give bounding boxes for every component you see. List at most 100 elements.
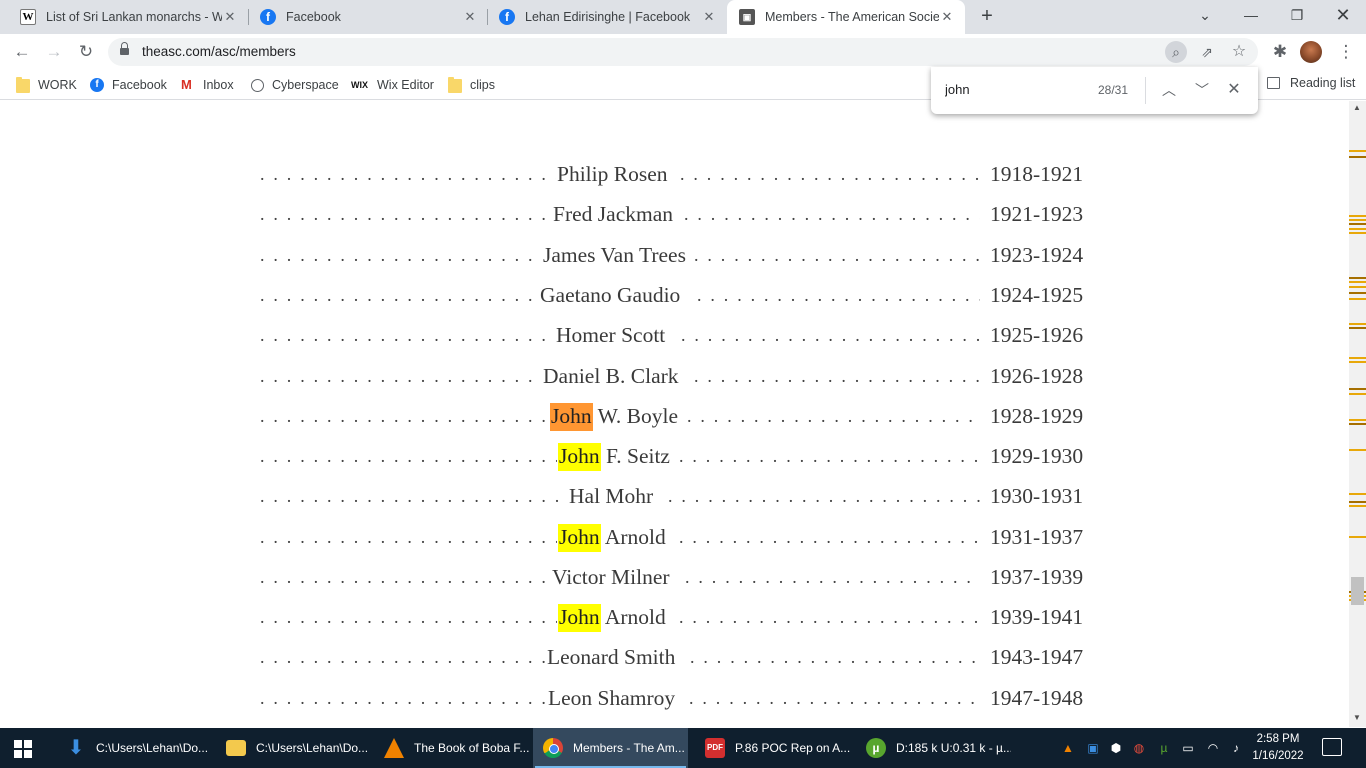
find-match-marker — [1349, 419, 1366, 421]
scroll-up-arrow-icon[interactable]: ▲ — [1353, 103, 1361, 112]
president-row: . . . . . . . . . . . . . . . . . . . . … — [258, 279, 1098, 311]
folder-icon — [448, 77, 462, 93]
wifi-icon[interactable]: ◠ — [1205, 740, 1221, 756]
taskbar-item-label: P.86 POC Rep on A... — [735, 741, 850, 755]
president-name-text: W. Boyle — [592, 404, 679, 428]
president-name: Leon Shamroy — [547, 682, 677, 714]
find-match-marker — [1349, 505, 1366, 507]
president-name-text: Arnold — [600, 605, 666, 629]
dot-leader: . . . . . . . . . . . . . . . . . . . . … — [260, 647, 546, 667]
extensions-puzzle-icon[interactable]: ✱ — [1268, 40, 1292, 64]
bookmark-work[interactable]: WORK — [16, 76, 77, 94]
taskbar-item-pdf[interactable]: PDF P.86 POC Rep on A... — [695, 728, 850, 768]
lock-icon[interactable] — [120, 42, 129, 57]
president-name: Philip Rosen — [556, 158, 669, 190]
taskbar-item-explorer[interactable]: C:\Users\Lehan\Do... — [216, 728, 371, 768]
term-years: 1923-1924 — [990, 243, 1084, 267]
find-match-marker — [1349, 228, 1366, 230]
dot-leader: . . . . . . . . . . . . . . . . . . . . … — [697, 285, 980, 305]
wikipedia-icon: W — [20, 9, 36, 25]
forward-button[interactable]: → — [42, 40, 66, 64]
utorrent-tray-icon[interactable]: µ — [1156, 740, 1172, 756]
taskbar-item-utorrent[interactable]: µ D:185 k U:0.31 k - µ... — [856, 728, 1011, 768]
tab-members-asc[interactable]: ▣ Members - The American Society ✕ — [727, 0, 965, 34]
windows-start-icon[interactable] — [14, 740, 32, 758]
profile-avatar[interactable] — [1300, 41, 1322, 63]
term-years: 1928-1929 — [990, 404, 1084, 428]
president-name-text: F. Seitz — [600, 444, 670, 468]
dot-leader: . . . . . . . . . . . . . . . . . . . . … — [679, 527, 980, 547]
clock-date: 1/16/2022 — [1252, 750, 1304, 762]
address-bar[interactable]: theasc.com/asc/members ⌕ ⇗ ☆ — [108, 38, 1258, 66]
term-years: 1926-1928 — [990, 364, 1084, 388]
bookmark-label: Inbox — [203, 78, 234, 92]
tab-wikipedia[interactable]: W List of Sri Lankan monarchs - Wik ✕ — [8, 0, 248, 34]
close-find-icon[interactable]: ✕ — [1223, 79, 1245, 101]
notifications-icon[interactable] — [1322, 738, 1342, 756]
taskbar-item-label: The Book of Boba F... — [414, 741, 529, 755]
volume-icon[interactable]: ♪ — [1228, 740, 1244, 756]
bookmark-facebook[interactable]: f Facebook — [90, 76, 167, 94]
dot-leader: . . . . . . . . . . . . . . . . . . . . … — [260, 567, 551, 587]
scroll-down-arrow-icon[interactable]: ▼ — [1353, 713, 1361, 722]
president-name: Fred Jackman — [552, 198, 675, 230]
dot-leader: . . . . . . . . . . . . . . . . . . . . … — [260, 366, 542, 386]
back-button[interactable]: ← — [10, 40, 34, 64]
vlc-tray-icon[interactable]: ▲ — [1060, 740, 1076, 756]
president-row: . . . . . . . . . . . . . . . . . . . . … — [258, 601, 1098, 633]
find-divider — [1145, 77, 1146, 104]
close-tab-icon[interactable]: ✕ — [222, 9, 238, 25]
close-tab-icon[interactable]: ✕ — [939, 9, 955, 25]
tab-lehan-facebook[interactable]: f Lehan Edirisinghe | Facebook ✕ — [487, 0, 727, 34]
pdf-icon: PDF — [705, 738, 725, 758]
find-in-page-icon[interactable]: ⌕ — [1165, 41, 1187, 63]
find-match-marker — [1349, 423, 1366, 425]
window-close-button[interactable]: ✕ — [1320, 0, 1366, 34]
taskbar-item-chrome[interactable]: Members - The Am... — [533, 728, 688, 768]
dot-leader: . . . . . . . . . . . . . . . . . . . . … — [260, 204, 552, 224]
term-years: 1924-1925 — [990, 283, 1084, 307]
reload-button[interactable]: ↻ — [74, 40, 98, 64]
scrollbar-thumb[interactable] — [1351, 577, 1364, 605]
tab-facebook[interactable]: f Facebook ✕ — [248, 0, 488, 34]
new-tab-button[interactable]: + — [976, 5, 998, 27]
dot-leader: . . . . . . . . . . . . . . . . . . . . … — [687, 406, 980, 426]
minimize-button[interactable]: — — [1228, 0, 1274, 34]
bookmark-inbox[interactable]: M Inbox — [181, 76, 234, 94]
president-name-text: Philip Rosen — [557, 162, 668, 186]
bookmark-cyberspace[interactable]: Cyberspace — [251, 76, 339, 94]
dot-leader: . . . . . . . . . . . . . . . . . . . . … — [679, 607, 980, 627]
close-tab-icon[interactable]: ✕ — [462, 9, 478, 25]
taskbar-item-vlc[interactable]: The Book of Boba F... — [374, 728, 529, 768]
app-tray-icon[interactable]: ▣ — [1085, 740, 1101, 756]
president-row: . . . . . . . . . . . . . . . . . . . . … — [258, 239, 1098, 271]
dot-leader: . . . . . . . . . . . . . . . . . . . . … — [668, 486, 980, 506]
term-years: 1943-1947 — [990, 645, 1084, 669]
bookmark-star-icon[interactable]: ☆ — [1228, 41, 1250, 63]
page-scrollbar[interactable]: ▲ ▼ — [1349, 101, 1366, 727]
facebook-icon: f — [90, 78, 104, 92]
find-input[interactable] — [945, 82, 1095, 97]
taskbar-item-downloads[interactable]: ⬇ C:\Users\Lehan\Do... — [56, 728, 211, 768]
dot-leader: . . . . . . . . . . . . . . . . . . . . … — [260, 527, 557, 547]
url-text[interactable]: theasc.com/asc/members — [142, 44, 296, 59]
menu-kebab-icon[interactable]: ⋮ — [1334, 40, 1358, 64]
sync-tray-icon[interactable]: ◍ — [1131, 740, 1147, 756]
previous-match-chevron-up-icon[interactable]: ︿ — [1158, 79, 1180, 101]
president-name-text: Fred Jackman — [553, 202, 674, 226]
restore-button[interactable]: ❐ — [1274, 0, 1320, 34]
tab-strip: W List of Sri Lankan monarchs - Wik ✕ f … — [0, 0, 1366, 34]
taskbar-clock[interactable]: 2:58 PM 1/16/2022 — [1245, 731, 1311, 765]
security-tray-icon[interactable]: ⬢ — [1108, 740, 1124, 756]
bookmark-clips[interactable]: clips — [448, 76, 495, 94]
share-icon[interactable]: ⇗ — [1196, 41, 1218, 63]
dot-leader: . . . . . . . . . . . . . . . . . . . . … — [694, 366, 980, 386]
tab-search-icon[interactable]: ⌄ — [1182, 0, 1228, 34]
close-tab-icon[interactable]: ✕ — [701, 9, 717, 25]
reading-list-button[interactable]: Reading list — [1267, 76, 1355, 90]
dot-leader: . . . . . . . . . . . . . . . . . . . . … — [260, 245, 542, 265]
bookmark-wix-editor[interactable]: WIX Wix Editor — [351, 76, 434, 94]
next-match-chevron-down-icon[interactable]: ﹀ — [1191, 79, 1213, 101]
folder-icon — [16, 77, 30, 93]
battery-icon[interactable]: ▭ — [1180, 740, 1196, 756]
